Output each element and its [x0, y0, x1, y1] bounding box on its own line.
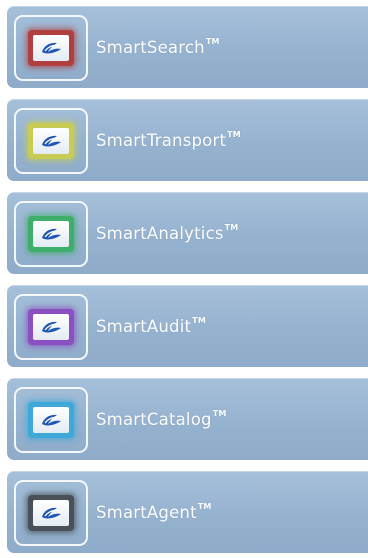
menu-item-smartcatalog[interactable]: SmartCatalogTM	[7, 378, 368, 460]
icon-frame	[14, 387, 88, 453]
logo-icon	[33, 314, 69, 340]
icon-frame	[14, 480, 88, 546]
glow-border	[28, 402, 74, 438]
logo-icon	[33, 128, 69, 154]
logo-icon	[33, 500, 69, 526]
menu-item-smartanalytics[interactable]: SmartAnalyticsTM	[7, 192, 368, 274]
product-name: SmartCatalogTM	[96, 409, 227, 429]
logo-icon	[33, 35, 69, 61]
product-menu: SmartSearchTM SmartTransportTM SmartAnal…	[0, 0, 368, 558]
glow-border	[28, 309, 74, 345]
glow-border	[28, 495, 74, 531]
menu-item-smartsearch[interactable]: SmartSearchTM	[7, 6, 368, 88]
icon-frame	[14, 201, 88, 267]
glow-border	[28, 30, 74, 66]
icon-frame	[14, 108, 88, 174]
icon-frame	[14, 15, 88, 81]
product-name: SmartTransportTM	[96, 130, 241, 150]
logo-icon	[33, 221, 69, 247]
menu-item-smartaudit[interactable]: SmartAuditTM	[7, 285, 368, 367]
product-name: SmartAuditTM	[96, 316, 207, 336]
product-name: SmartSearchTM	[96, 37, 220, 57]
menu-item-smarttransport[interactable]: SmartTransportTM	[7, 99, 368, 181]
glow-border	[28, 216, 74, 252]
glow-border	[28, 123, 74, 159]
menu-item-smartagent[interactable]: SmartAgentTM	[7, 471, 368, 553]
logo-icon	[33, 407, 69, 433]
icon-frame	[14, 294, 88, 360]
product-name: SmartAnalyticsTM	[96, 223, 239, 243]
product-name: SmartAgentTM	[96, 502, 212, 522]
